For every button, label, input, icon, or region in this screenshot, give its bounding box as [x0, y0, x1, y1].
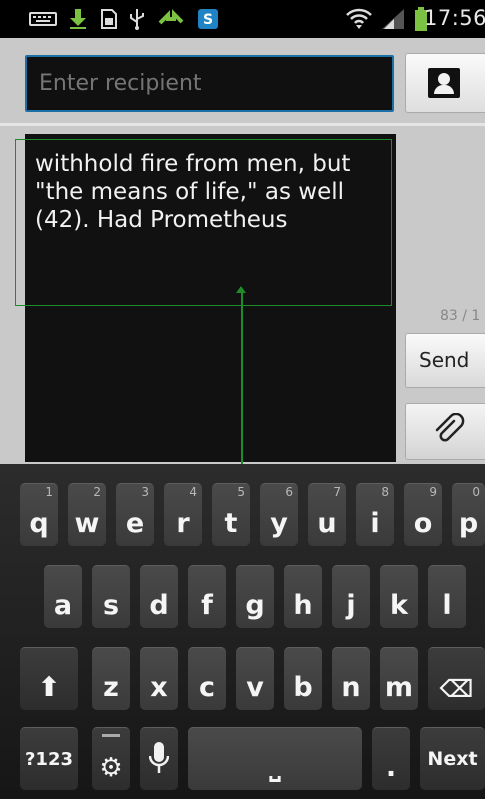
- key-t[interactable]: 5t: [212, 483, 250, 546]
- settings-key[interactable]: ⚙: [92, 727, 130, 790]
- key-j[interactable]: j: [332, 565, 370, 628]
- key-c[interactable]: c: [188, 647, 226, 710]
- key-q[interactable]: 1q: [20, 483, 58, 546]
- key-p[interactable]: 0p: [452, 483, 485, 546]
- key-e[interactable]: 3e: [116, 483, 154, 546]
- key-i[interactable]: 8i: [356, 483, 394, 546]
- selection-highlight-box: [15, 139, 392, 306]
- contact-icon: [428, 68, 460, 98]
- key-m[interactable]: m: [380, 647, 418, 710]
- download-icon: [66, 9, 90, 29]
- key-d[interactable]: d: [140, 565, 178, 628]
- backspace-icon: ⌫: [439, 675, 474, 703]
- selection-pointer-arrow: [236, 286, 246, 293]
- usb-icon: [127, 9, 147, 30]
- key-h[interactable]: h: [284, 565, 322, 628]
- key-u[interactable]: 7u: [308, 483, 346, 546]
- key-n[interactable]: n: [332, 647, 370, 710]
- signal-icon: [380, 9, 406, 29]
- paperclip-icon: [432, 412, 466, 449]
- space-key[interactable]: ⎵: [188, 727, 362, 790]
- backspace-key[interactable]: ⌫: [428, 647, 485, 710]
- recipient-input[interactable]: [25, 55, 394, 112]
- gear-icon: ⚙: [99, 753, 123, 783]
- period-key[interactable]: .: [372, 727, 410, 790]
- status-bar: S 17:56: [0, 0, 485, 38]
- shift-key[interactable]: ⬆: [20, 647, 78, 710]
- microphone-icon: [148, 742, 170, 783]
- key-g[interactable]: g: [236, 565, 274, 628]
- key-a[interactable]: a: [44, 565, 82, 628]
- key-s[interactable]: s: [92, 565, 130, 628]
- divider: [0, 123, 485, 126]
- sync-icon: [158, 9, 184, 29]
- key-y[interactable]: 6y: [260, 483, 298, 546]
- keyboard-icon: [28, 9, 58, 29]
- svg-text:S: S: [203, 12, 213, 28]
- key-r[interactable]: 4r: [164, 483, 202, 546]
- sim-icon: [100, 9, 118, 29]
- status-time: 17:56: [423, 6, 485, 30]
- wifi-icon: [345, 8, 373, 29]
- send-button[interactable]: Send: [405, 333, 485, 388]
- soft-keyboard: 1q 2w 3e 4r 5t 6y 7u 8i 9o 0p a s d f g …: [0, 464, 485, 799]
- key-k[interactable]: k: [380, 565, 418, 628]
- character-counter: 83 / 1: [440, 308, 481, 324]
- key-x[interactable]: x: [140, 647, 178, 710]
- s-app-icon: S: [196, 9, 220, 29]
- key-b[interactable]: b: [284, 647, 322, 710]
- attach-button[interactable]: [405, 403, 485, 460]
- key-l[interactable]: l: [428, 565, 466, 628]
- key-v[interactable]: v: [236, 647, 274, 710]
- voice-input-key[interactable]: [140, 727, 178, 790]
- key-f[interactable]: f: [188, 565, 226, 628]
- settings-key-indicator: [102, 734, 120, 737]
- key-z[interactable]: z: [92, 647, 130, 710]
- symbols-key[interactable]: ?123: [20, 727, 78, 790]
- key-o[interactable]: 9o: [404, 483, 442, 546]
- shift-icon: ⬆: [37, 672, 61, 703]
- key-w[interactable]: 2w: [68, 483, 106, 546]
- next-key[interactable]: Next: [420, 727, 485, 790]
- space-bar-icon: ⎵: [269, 751, 281, 782]
